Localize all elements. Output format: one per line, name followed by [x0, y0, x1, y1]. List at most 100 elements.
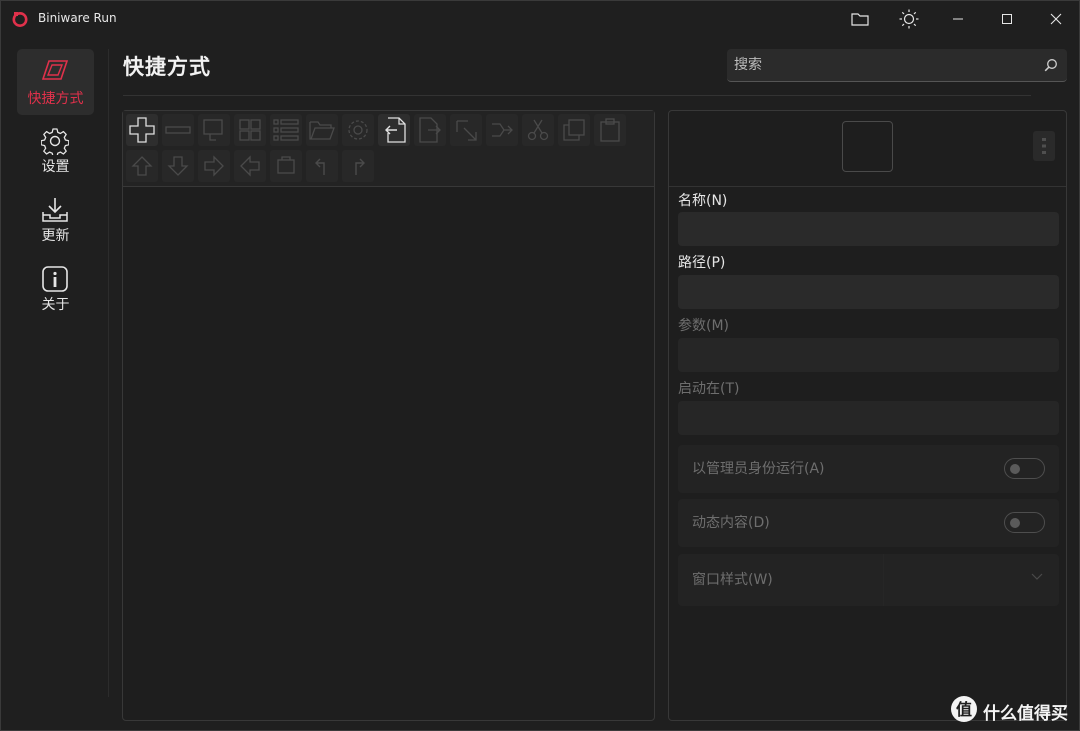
- cut-button[interactable]: [522, 114, 554, 146]
- sidebar-item-settings[interactable]: 设置: [17, 117, 94, 183]
- grid-view-icon: [239, 119, 261, 141]
- sidebar-item-label: 关于: [41, 297, 70, 313]
- export-button[interactable]: [414, 114, 446, 146]
- folder-button[interactable]: [846, 5, 874, 33]
- sidebar-item-about[interactable]: 关于: [17, 255, 94, 321]
- info-icon: [42, 266, 68, 292]
- page-title: 快捷方式: [123, 55, 211, 79]
- sidebar-item-shortcuts[interactable]: 快捷方式: [17, 49, 94, 115]
- refresh-icon: [277, 156, 295, 174]
- settings-icon: [348, 120, 368, 140]
- open-folder-button[interactable]: [306, 114, 338, 146]
- sidebar-item-update[interactable]: 更新: [17, 186, 94, 252]
- start-in-field[interactable]: [678, 401, 1059, 435]
- redo-icon: [355, 158, 365, 175]
- copy-icon: [563, 119, 585, 141]
- maximize-button[interactable]: [993, 5, 1021, 33]
- dynamic-content-label: 动态内容(D): [692, 515, 770, 531]
- shortcut-icon-preview[interactable]: [842, 121, 893, 172]
- list-view-button[interactable]: [270, 114, 302, 146]
- app-window: Biniware Run 快捷方式 设置 更新 关于 快捷方式 搜索 名称(N)…: [0, 0, 1080, 731]
- name-field[interactable]: [678, 212, 1059, 246]
- params-field[interactable]: [678, 338, 1059, 372]
- export-icon: [419, 117, 441, 143]
- sidebar-item-label: 快捷方式: [27, 91, 84, 107]
- run-icon: [456, 120, 477, 141]
- path-label: 路径(P): [678, 255, 726, 271]
- merge-icon: [492, 123, 513, 137]
- watermark-text: 什么值得买: [983, 704, 1068, 724]
- window-style-select[interactable]: [884, 554, 1059, 606]
- copy-button[interactable]: [558, 114, 590, 146]
- run-as-admin-toggle[interactable]: [1004, 458, 1045, 479]
- svg-text:值: 值: [956, 700, 972, 719]
- watermark: 值 什么值得买: [947, 694, 1077, 726]
- maximize-icon: [1002, 14, 1012, 24]
- merge-button[interactable]: [486, 114, 518, 146]
- add-group-button[interactable]: [198, 114, 230, 146]
- app-title: Biniware Run: [38, 11, 117, 25]
- window-style-label: 窗口样式(W): [692, 572, 773, 588]
- undo-icon: [315, 158, 325, 175]
- run-button[interactable]: [450, 114, 482, 146]
- move-down-icon: [167, 156, 189, 176]
- search-input[interactable]: [734, 55, 1034, 75]
- list-view-icon: [273, 119, 299, 141]
- search-icon[interactable]: [1044, 58, 1058, 72]
- move-down-button[interactable]: [162, 150, 194, 182]
- close-icon: [1050, 13, 1062, 25]
- move-right-icon: [204, 155, 224, 177]
- start-in-label: 启动在(T): [678, 381, 740, 397]
- add-button[interactable]: [126, 114, 158, 146]
- download-icon: [42, 198, 68, 222]
- smzdm-logo-icon: 值: [951, 696, 977, 722]
- params-label: 参数(M): [678, 318, 730, 334]
- close-button[interactable]: [1042, 5, 1070, 33]
- redo-button[interactable]: [342, 150, 374, 182]
- name-label: 名称(N): [678, 193, 728, 209]
- undo-button[interactable]: [306, 150, 338, 182]
- run-as-admin-row: 以管理员身份运行(A): [678, 445, 1059, 493]
- refresh-button[interactable]: [270, 150, 302, 182]
- app-logo-icon: [12, 12, 28, 27]
- move-up-button[interactable]: [126, 150, 158, 182]
- paste-button[interactable]: [594, 114, 626, 146]
- paste-icon: [600, 118, 620, 142]
- gear-icon: [41, 128, 69, 155]
- dynamic-content-row: 动态内容(D): [678, 499, 1059, 547]
- more-vertical-icon: [1042, 138, 1046, 154]
- minimize-button[interactable]: [944, 5, 972, 33]
- import-button[interactable]: [378, 114, 410, 146]
- minimize-icon: [953, 18, 963, 20]
- sidebar-item-label: 设置: [41, 159, 70, 175]
- title-bar: Biniware Run: [1, 1, 1079, 37]
- properties-divider: [669, 186, 1066, 187]
- add-icon: [129, 117, 155, 143]
- open-folder-icon: [309, 121, 335, 140]
- move-left-button[interactable]: [234, 150, 266, 182]
- window-style-row: 窗口样式(W): [678, 554, 1059, 606]
- remove-button[interactable]: [162, 114, 194, 146]
- shortcut-icon: [41, 60, 69, 80]
- path-field[interactable]: [678, 275, 1059, 309]
- chevron-down-icon: [1031, 573, 1043, 580]
- toggle-knob: [1010, 518, 1020, 528]
- move-up-icon: [131, 156, 153, 176]
- more-options-button[interactable]: [1033, 131, 1055, 161]
- cut-icon: [527, 119, 549, 141]
- settings-tool-button[interactable]: [342, 114, 374, 146]
- sidebar-item-label: 更新: [41, 228, 70, 244]
- move-right-button[interactable]: [198, 150, 230, 182]
- add-group-icon: [203, 119, 223, 141]
- properties-panel: 名称(N) 路径(P) 参数(M) 启动在(T) 以管理员身份运行(A) 动态内…: [668, 110, 1067, 721]
- dynamic-content-toggle[interactable]: [1004, 512, 1045, 533]
- shortcut-list-panel[interactable]: [122, 110, 655, 721]
- toggle-knob: [1010, 464, 1020, 474]
- move-left-icon: [240, 155, 260, 177]
- grid-view-button[interactable]: [234, 114, 266, 146]
- theme-toggle-button[interactable]: [895, 5, 923, 33]
- folder-icon: [851, 13, 869, 26]
- search-box: [727, 49, 1067, 82]
- sidebar-divider: [108, 49, 109, 697]
- theme-sun-icon: [899, 9, 919, 29]
